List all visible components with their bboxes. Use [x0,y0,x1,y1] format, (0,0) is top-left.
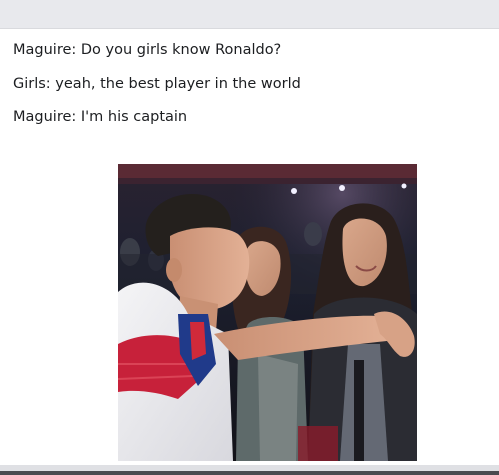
caption-line-2: Girls: yeah, the best player in the worl… [13,75,301,92]
caption-line-1: Maguire: Do you girls know Ronaldo? [13,42,282,58]
photo-illustration [118,164,417,461]
top-app-bar [0,0,499,28]
post-caption: Maguire: Do you girls know Ronaldo? Girl… [13,39,483,140]
caption-line-3: Maguire: I'm his captain [13,109,188,125]
bottom-bar-line [0,471,499,475]
post-photo[interactable] [118,164,417,461]
bottom-bar [0,465,499,475]
post-card: Maguire: Do you girls know Ronaldo? Girl… [0,28,499,466]
